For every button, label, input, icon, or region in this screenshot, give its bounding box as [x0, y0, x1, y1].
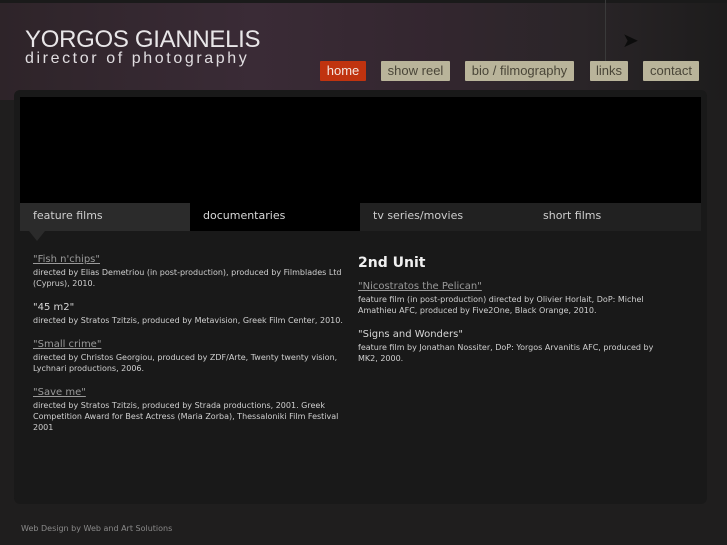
film-title: "Signs and Wonders" [358, 329, 463, 340]
film-description: directed by Stratos Tzitzis, produced by… [33, 316, 343, 325]
video-area [20, 97, 701, 203]
second-unit-list: 2nd Unit "Nicostratos the Pelican" featur… [358, 255, 673, 377]
section-heading: 2nd Unit [358, 255, 426, 271]
tab-tv-series[interactable]: tv series/movies [360, 203, 530, 231]
film-description: feature film (in post-production) direct… [358, 295, 644, 315]
film-item: "Nicostratos the Pelican" feature film (i… [358, 281, 673, 316]
nav-show-reel[interactable]: show reel [381, 61, 450, 81]
nav-home[interactable]: home [320, 61, 366, 81]
film-description: directed by Christos Georgiou, produced … [33, 353, 338, 373]
film-item: "Save me" directed by Stratos Tzitzis, pr… [33, 387, 343, 433]
film-description: directed by Elias Demetriou (in post-pro… [33, 268, 342, 288]
tab-documentaries[interactable]: documentaries [190, 203, 360, 231]
film-description: feature film by Jonathan Nossiter, DoP: … [358, 343, 654, 363]
film-item: "Signs and Wonders" feature film by Jonat… [358, 329, 673, 364]
arrow-icon: ➤ [622, 28, 639, 52]
active-tab-pointer [29, 231, 45, 241]
film-title: "45 m2" [33, 302, 75, 313]
tab-short-films[interactable]: short films [530, 203, 701, 231]
film-title-link[interactable]: "Save me" [33, 387, 343, 398]
nav-bio-filmography[interactable]: bio / filmography [465, 61, 574, 81]
nav-contact[interactable]: contact [643, 61, 699, 81]
nav-links[interactable]: links [590, 61, 628, 81]
film-title-link[interactable]: "Fish n'chips" [33, 254, 343, 265]
film-description: directed by Stratos Tzitzis, produced by… [33, 401, 339, 432]
film-item: "Fish n'chips" directed by Elias Demetrio… [33, 254, 343, 289]
tab-feature-films[interactable]: feature films [20, 203, 190, 231]
footer-credit[interactable]: Web Design by Web and Art Solutions [21, 524, 172, 533]
top-line [0, 0, 727, 3]
feature-films-list: "Fish n'chips" directed by Elias Demetrio… [33, 254, 343, 446]
site-subtitle: director of photography [25, 50, 250, 67]
film-title-link[interactable]: "Small crime" [33, 339, 343, 350]
film-item: "45 m2" directed by Stratos Tzitzis, prod… [33, 302, 343, 326]
film-item: "Small crime" directed by Christos Georgi… [33, 339, 343, 374]
film-title-link[interactable]: "Nicostratos the Pelican" [358, 281, 673, 292]
